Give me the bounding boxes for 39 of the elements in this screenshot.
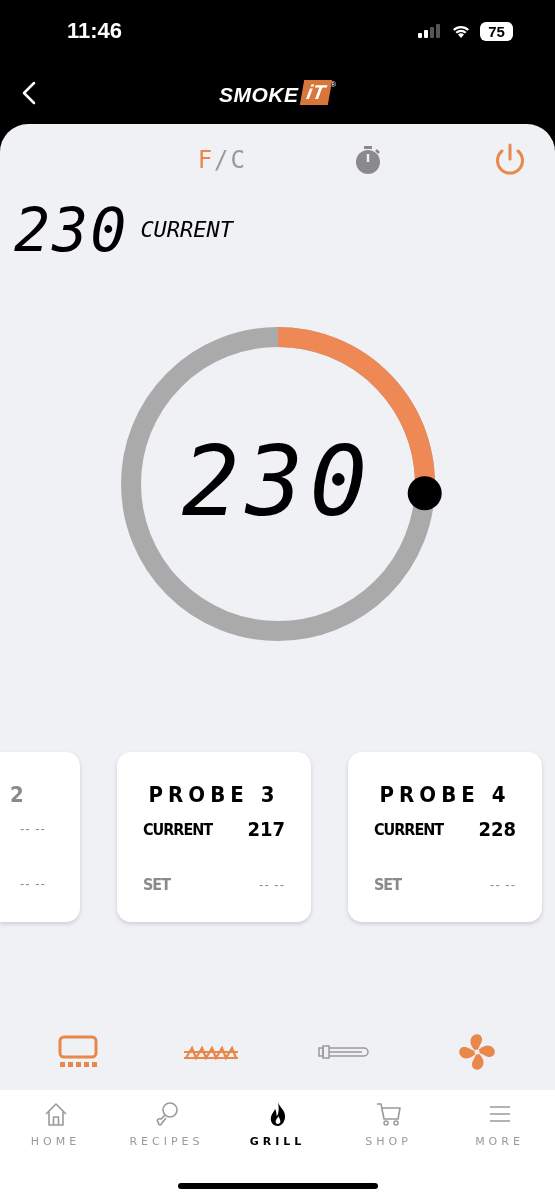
probe-current-value: -- -- [20,821,47,836]
timer-icon[interactable] [353,145,383,175]
unit-toggle[interactable]: F/C [197,146,245,174]
set-label: SET [374,875,402,894]
signal-icon [418,24,442,38]
probe-title: PROBE 3 [147,782,281,807]
probe-current-value: 217 [247,817,285,841]
current-label: CURRENT [143,819,213,839]
current-temperature: 230 [14,202,129,258]
cart-icon [374,1100,403,1128]
probe-set-value: -- -- [259,877,285,892]
probe-set-value: -- -- [20,876,47,891]
more-tab[interactable]: MORE [447,1100,552,1172]
probe-card[interactable]: PROBE 4 CURRENT 228 SET -- -- [348,752,542,922]
set-temperature: 230 [180,432,375,532]
registered-mark: ® [330,79,337,89]
logo-text: SMOKE [218,82,299,107]
probe-current-value: 228 [478,817,516,841]
probe-set-value: -- -- [490,877,516,892]
probe-card[interactable]: PROBE 3 CURRENT 217 SET -- -- [117,752,311,922]
home-tab[interactable]: HOME [3,1100,108,1172]
grill-icon[interactable] [57,1035,100,1069]
dial-handle[interactable] [407,476,442,511]
battery-level: 75 [488,22,505,40]
status-time: 11:46 [67,18,123,44]
recipes-tab[interactable]: RECIPES [114,1100,219,1172]
set-label: SET [143,875,171,894]
heating-rod-icon[interactable] [317,1043,370,1061]
current-label: CURRENT [140,217,234,244]
probe-card[interactable]: 2 -- -- -- -- [0,752,80,922]
probe-title: 2 [10,782,30,807]
shop-tab[interactable]: SHOP [336,1100,441,1172]
current-label: CURRENT [374,819,444,839]
wifi-icon [451,23,471,39]
back-icon[interactable] [22,81,36,105]
probe-title: PROBE 4 [378,782,512,807]
fan-icon[interactable] [457,1033,496,1071]
power-icon[interactable] [493,143,527,177]
grill-tab[interactable]: GRILL [225,1100,330,1172]
